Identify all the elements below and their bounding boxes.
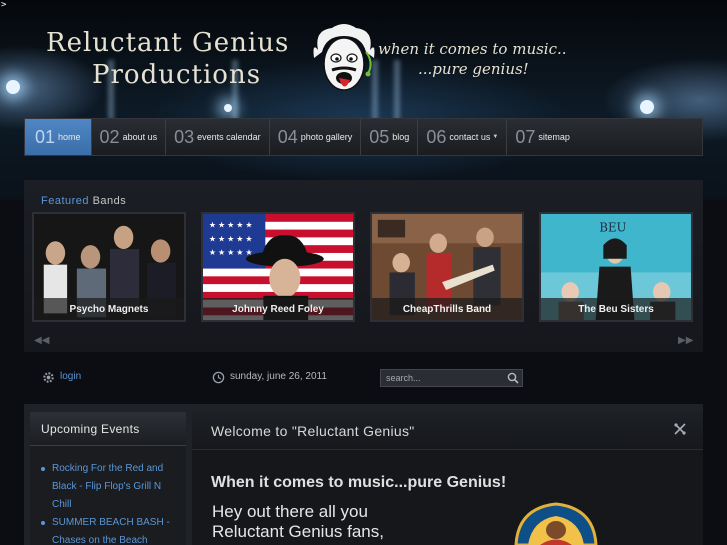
nav-number: 06 <box>426 126 447 147</box>
slider-prev-arrow[interactable]: ◀◀ <box>34 335 49 346</box>
nav-label: home <box>58 132 81 142</box>
current-date: sunday, june 26, 2011 <box>230 371 327 382</box>
logo-subtitle[interactable]: Productions <box>92 60 261 90</box>
search-input[interactable] <box>380 369 523 387</box>
stage-light-beam <box>394 60 400 120</box>
nav-label: contact us <box>449 132 491 142</box>
tagline-line2: ...pure genius! <box>418 60 529 78</box>
genius-mascot-icon <box>313 24 375 91</box>
event-list-item: SUMMER BEACH BASH - Chases on the Beach <box>41 514 172 545</box>
nav-number: 01 <box>35 126 56 147</box>
band-caption: CheapThrills Band <box>372 298 522 320</box>
nav-item-sitemap[interactable]: 07 sitemap <box>507 119 578 155</box>
main-navigation: 01 home 02 about us 03 events calendar 0… <box>24 118 703 156</box>
svg-text:★ ★ ★ ★ ★: ★ ★ ★ ★ ★ <box>209 234 253 243</box>
nav-number: 05 <box>369 126 390 147</box>
stage-spotlight <box>640 100 654 114</box>
tools-icon[interactable] <box>673 422 687 436</box>
event-list-item: Rocking For the Red and Black - Flip Flo… <box>41 460 172 514</box>
article-text-line: Reluctant Genius fans, <box>212 522 384 541</box>
logo-title[interactable]: Reluctant Genius <box>46 28 289 58</box>
gear-icon <box>43 372 54 383</box>
nav-label: sitemap <box>538 132 570 142</box>
page-title: Welcome to "Reluctant Genius" <box>211 423 415 439</box>
nav-label: about us <box>122 132 158 142</box>
nav-item-about-us[interactable]: 02 about us <box>92 119 167 155</box>
band-sign-text: BEU <box>599 221 626 235</box>
band-card-johnny-reed-foley[interactable]: ★ ★ ★ ★ ★ ★ ★ ★ ★ ★ ★ ★ ★ ★ ★ Johnny Ree… <box>201 212 355 322</box>
band-card-psycho-magnets[interactable]: Psycho Magnets <box>32 212 186 322</box>
upcoming-events-list: Rocking For the Red and Black - Flip Flo… <box>41 460 172 545</box>
search-icon[interactable] <box>507 372 519 384</box>
login-link[interactable]: login <box>60 371 81 382</box>
upcoming-events-heading: Upcoming Events <box>30 412 186 446</box>
nav-item-home[interactable]: 01 home <box>25 119 92 155</box>
nav-number: 07 <box>515 126 536 147</box>
nav-number: 03 <box>174 126 195 147</box>
band-card-cheapthrills-band[interactable]: CheapThrills Band <box>370 212 524 322</box>
chevron-down-icon: ▼ <box>492 134 499 140</box>
nav-item-events-calendar[interactable]: 03 events calendar <box>166 119 270 155</box>
slider-next-arrow[interactable]: ▶▶ <box>678 335 693 346</box>
band-card-the-beu-sisters[interactable]: BEU The Beu Sisters <box>539 212 693 322</box>
event-link[interactable]: Rocking For the Red and Black - Flip Flo… <box>52 463 163 510</box>
nav-item-blog[interactable]: 05 blog <box>361 119 419 155</box>
svg-text:★ ★ ★ ★ ★: ★ ★ ★ ★ ★ <box>209 221 253 230</box>
stage-spotlight <box>6 80 20 94</box>
clock-icon <box>212 371 225 384</box>
article-text-line: Hey out there all you <box>212 502 368 521</box>
band-caption: Psycho Magnets <box>34 298 184 320</box>
svg-text:★ ★ ★ ★ ★: ★ ★ ★ ★ ★ <box>209 248 253 257</box>
reluctant-genius-emblem-image <box>514 502 598 545</box>
nav-label: photo gallery <box>300 132 353 142</box>
nav-number: 04 <box>277 126 298 147</box>
nav-number: 02 <box>99 126 120 147</box>
corner-mark: > <box>1 0 7 10</box>
stage-spotlight <box>224 104 232 112</box>
featured-bands-heading: Featured Bands <box>41 195 126 207</box>
featured-heading-accent: Featured <box>41 195 90 207</box>
band-caption: Johnny Reed Foley <box>203 298 353 320</box>
featured-heading-rest: Bands <box>89 195 127 207</box>
article-heading: When it comes to music...pure Genius! <box>211 474 507 491</box>
nav-item-photo-gallery[interactable]: 04 photo gallery <box>270 119 362 155</box>
band-caption: The Beu Sisters <box>541 298 691 320</box>
nav-item-contact-us[interactable]: 06 contact us ▼ <box>418 119 508 155</box>
nav-label: events calendar <box>197 132 261 142</box>
event-link[interactable]: SUMMER BEACH BASH - Chases on the Beach <box>52 517 170 545</box>
nav-label: blog <box>392 132 410 142</box>
tagline-line1: when it comes to music.. <box>378 40 567 58</box>
